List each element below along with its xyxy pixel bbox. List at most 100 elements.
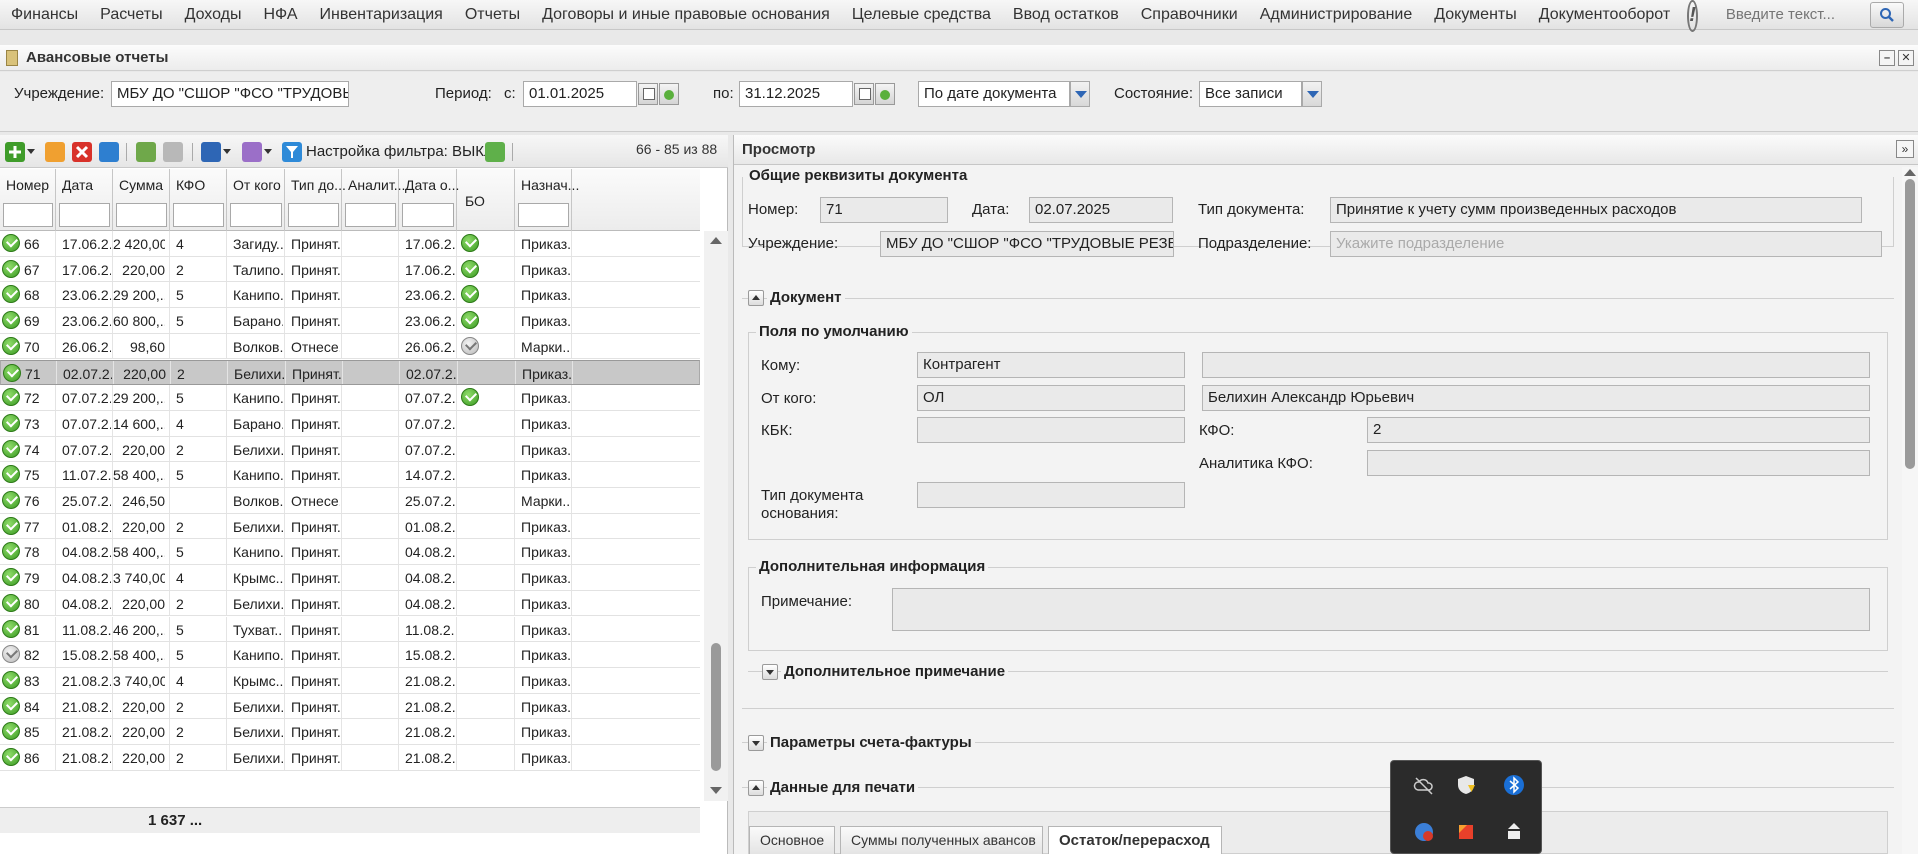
- table-row[interactable]: 8215.08.2...58 400,...5Канипо...Принят..…: [0, 642, 700, 668]
- table-row[interactable]: 7207.07.2...29 200,...5Канипо...Принят..…: [0, 385, 700, 411]
- date-mode-select[interactable]: По дате документа: [918, 81, 1070, 107]
- view-scrollbar[interactable]: [1902, 167, 1918, 854]
- table-row[interactable]: 76 25.07.2... 246,50 Волков... Отнесе... 25.0…: [0, 488, 700, 514]
- calendar-to-button[interactable]: [854, 83, 874, 105]
- menu-item[interactable]: Документы: [1423, 6, 1527, 24]
- add-icon[interactable]: [5, 142, 25, 162]
- filter-icon[interactable]: [282, 142, 302, 162]
- print-icon[interactable]: [201, 142, 221, 162]
- grid-scrollbar[interactable]: [704, 231, 728, 801]
- period-to-field[interactable]: 31.12.2025: [739, 81, 853, 107]
- menu-item[interactable]: Доходы: [174, 6, 253, 24]
- column-header[interactable]: КФО: [170, 169, 227, 231]
- invoice-section-title[interactable]: Параметры счета-фактуры: [767, 734, 975, 751]
- table-row[interactable]: 8321.08.2...3 740,004Крымс...Принят...21…: [0, 667, 700, 694]
- scroll-thumb[interactable]: [711, 643, 721, 771]
- view-scroll-thumb[interactable]: [1905, 179, 1915, 469]
- column-header[interactable]: БО: [457, 169, 515, 231]
- menu-item[interactable]: Инвентаризация: [309, 6, 454, 24]
- menu-item[interactable]: Расчеты: [89, 6, 173, 24]
- menu-item[interactable]: Документооборот: [1528, 6, 1681, 24]
- table-row[interactable]: 67 17.06.2... 220,00 2 Талипо... Принят... 17.…: [0, 256, 700, 283]
- period-from-field[interactable]: 01.01.2025: [523, 81, 637, 107]
- calendar-from-button[interactable]: [638, 83, 658, 105]
- table-row[interactable]: 7307.07.2...14 600,...4Барано...Принят..…: [0, 410, 700, 437]
- column-header[interactable]: Тип до...: [285, 169, 346, 231]
- menu-item[interactable]: Финансы: [0, 6, 89, 24]
- view-scroll-up-icon[interactable]: [1904, 169, 1916, 176]
- column-filter-input[interactable]: [345, 203, 396, 227]
- document-collapse-icon[interactable]: [748, 290, 764, 306]
- menu-item[interactable]: Справочники: [1130, 6, 1249, 24]
- table-row[interactable]: 85 21.08.2... 220,00 2 Белихи... Принят... 21.…: [0, 719, 700, 745]
- table-row[interactable]: 74 07.07.2... 220,00 2 Белихи... Принят... 07.…: [0, 436, 700, 463]
- column-filter-input[interactable]: [116, 203, 167, 227]
- print-dropdown-icon[interactable]: [223, 149, 231, 154]
- calendar-from-apply-icon[interactable]: [659, 83, 679, 105]
- red-app-icon[interactable]: [1455, 821, 1477, 843]
- table-row[interactable]: 7804.08.2...58 400,...5Канипо...Принят..…: [0, 539, 700, 566]
- from-name-field[interactable]: Белихин Александр Юрьевич: [1202, 385, 1870, 411]
- extra-note-expand-icon[interactable]: [762, 664, 778, 680]
- print-tab[interactable]: Остаток/перерасход: [1048, 826, 1222, 854]
- add-dropdown-icon[interactable]: [27, 149, 35, 154]
- from-type-field[interactable]: ОЛ: [917, 385, 1185, 411]
- state-dropdown-icon[interactable]: [1302, 81, 1322, 107]
- number-field[interactable]: 71: [820, 197, 948, 223]
- table-row[interactable]: 84 21.08.2... 220,00 2 Белихи... Принят... 21.…: [0, 693, 700, 720]
- kbk-field[interactable]: [917, 417, 1185, 443]
- print-section-title[interactable]: Данные для печати: [767, 779, 919, 796]
- doctype-field[interactable]: Принятие к учету сумм произведенных расх…: [1330, 197, 1862, 223]
- column-header[interactable]: Аналит...: [342, 169, 405, 231]
- column-header[interactable]: От кого: [227, 169, 285, 231]
- column-header[interactable]: Дата: [56, 169, 113, 231]
- table-row[interactable]: 6923.06.2...60 800,...5Барано...Принят..…: [0, 308, 700, 334]
- date-field[interactable]: 02.07.2025: [1029, 197, 1173, 223]
- app-tray-icon[interactable]: [1413, 821, 1435, 843]
- document-section-title[interactable]: Документ: [767, 289, 845, 306]
- extra-note-title[interactable]: Дополнительное примечание: [781, 663, 1009, 680]
- table-row[interactable]: 6823.06.2...29 200,...5Канипо...Принят..…: [0, 282, 700, 309]
- collapse-panel-icon[interactable]: »: [1896, 140, 1914, 158]
- unpost-icon[interactable]: [163, 142, 183, 162]
- scroll-up-icon[interactable]: [710, 237, 722, 244]
- column-filter-input[interactable]: [402, 203, 454, 227]
- column-filter-input[interactable]: [518, 203, 569, 227]
- warning-icon[interactable]: !: [1687, 0, 1698, 32]
- table-row[interactable]: 75 11.07.2...58 400,... 5 Канипо... Принят..…: [0, 462, 700, 488]
- menu-item[interactable]: Договоры и иные правовые основания: [531, 6, 841, 24]
- cloud-offline-icon[interactable]: [1413, 775, 1435, 797]
- column-filter-input[interactable]: [3, 203, 53, 227]
- kfo-analytics-field[interactable]: [1367, 450, 1870, 476]
- table-row[interactable]: 77 01.08.2... 220,00 2 Белихи... Принят... 01.…: [0, 513, 700, 540]
- kfo-field[interactable]: 2: [1367, 417, 1870, 443]
- actions-dropdown-icon[interactable]: [264, 149, 272, 154]
- security-shield-icon[interactable]: [1455, 774, 1477, 796]
- delete-icon[interactable]: [72, 142, 92, 162]
- calendar-to-apply-icon[interactable]: [875, 83, 895, 105]
- table-row[interactable]: 6617.06.2...2 420,004Загиду...Принят...1…: [0, 231, 700, 257]
- edit-icon[interactable]: [45, 142, 65, 162]
- state-select[interactable]: Все записи: [1199, 81, 1302, 107]
- search-button[interactable]: [1870, 2, 1904, 28]
- print-collapse-icon[interactable]: [748, 780, 764, 796]
- table-row[interactable]: 86 21.08.2... 220,00 2 Белихи... Принят... 21.…: [0, 745, 700, 771]
- scroll-down-icon[interactable]: [710, 787, 722, 794]
- actions-gear-icon[interactable]: [242, 142, 262, 162]
- to-name-field[interactable]: [1202, 352, 1870, 378]
- menu-item[interactable]: НФА: [253, 6, 309, 24]
- table-row[interactable]: 71 02.07.2... 220,00 2 Белихи... Принят... 02.…: [0, 359, 700, 386]
- column-filter-input[interactable]: [59, 203, 110, 227]
- column-header[interactable]: Номер: [0, 169, 56, 231]
- menu-item[interactable]: Администрирование: [1249, 6, 1424, 24]
- copy-icon[interactable]: [99, 142, 119, 162]
- table-row[interactable]: 7904.08.2...3 740,004Крымс...Принят...04…: [0, 565, 700, 591]
- invoice-expand-icon[interactable]: [748, 735, 764, 751]
- subdivision-field[interactable]: Укажите подразделение: [1330, 231, 1882, 257]
- close-window-button[interactable]: ✕: [1898, 50, 1914, 66]
- post-icon[interactable]: [136, 142, 156, 162]
- column-filter-input[interactable]: [230, 203, 282, 227]
- institution-view-field[interactable]: МБУ ДО "СШОР "ФСО "ТРУДОВЫЕ РЕЗЕРВЫ": [880, 231, 1174, 257]
- table-row[interactable]: 80 04.08.2... 220,00 2 Белихи... Принят... 04.…: [0, 590, 700, 617]
- print-tab[interactable]: Суммы полученных авансов: [840, 826, 1043, 854]
